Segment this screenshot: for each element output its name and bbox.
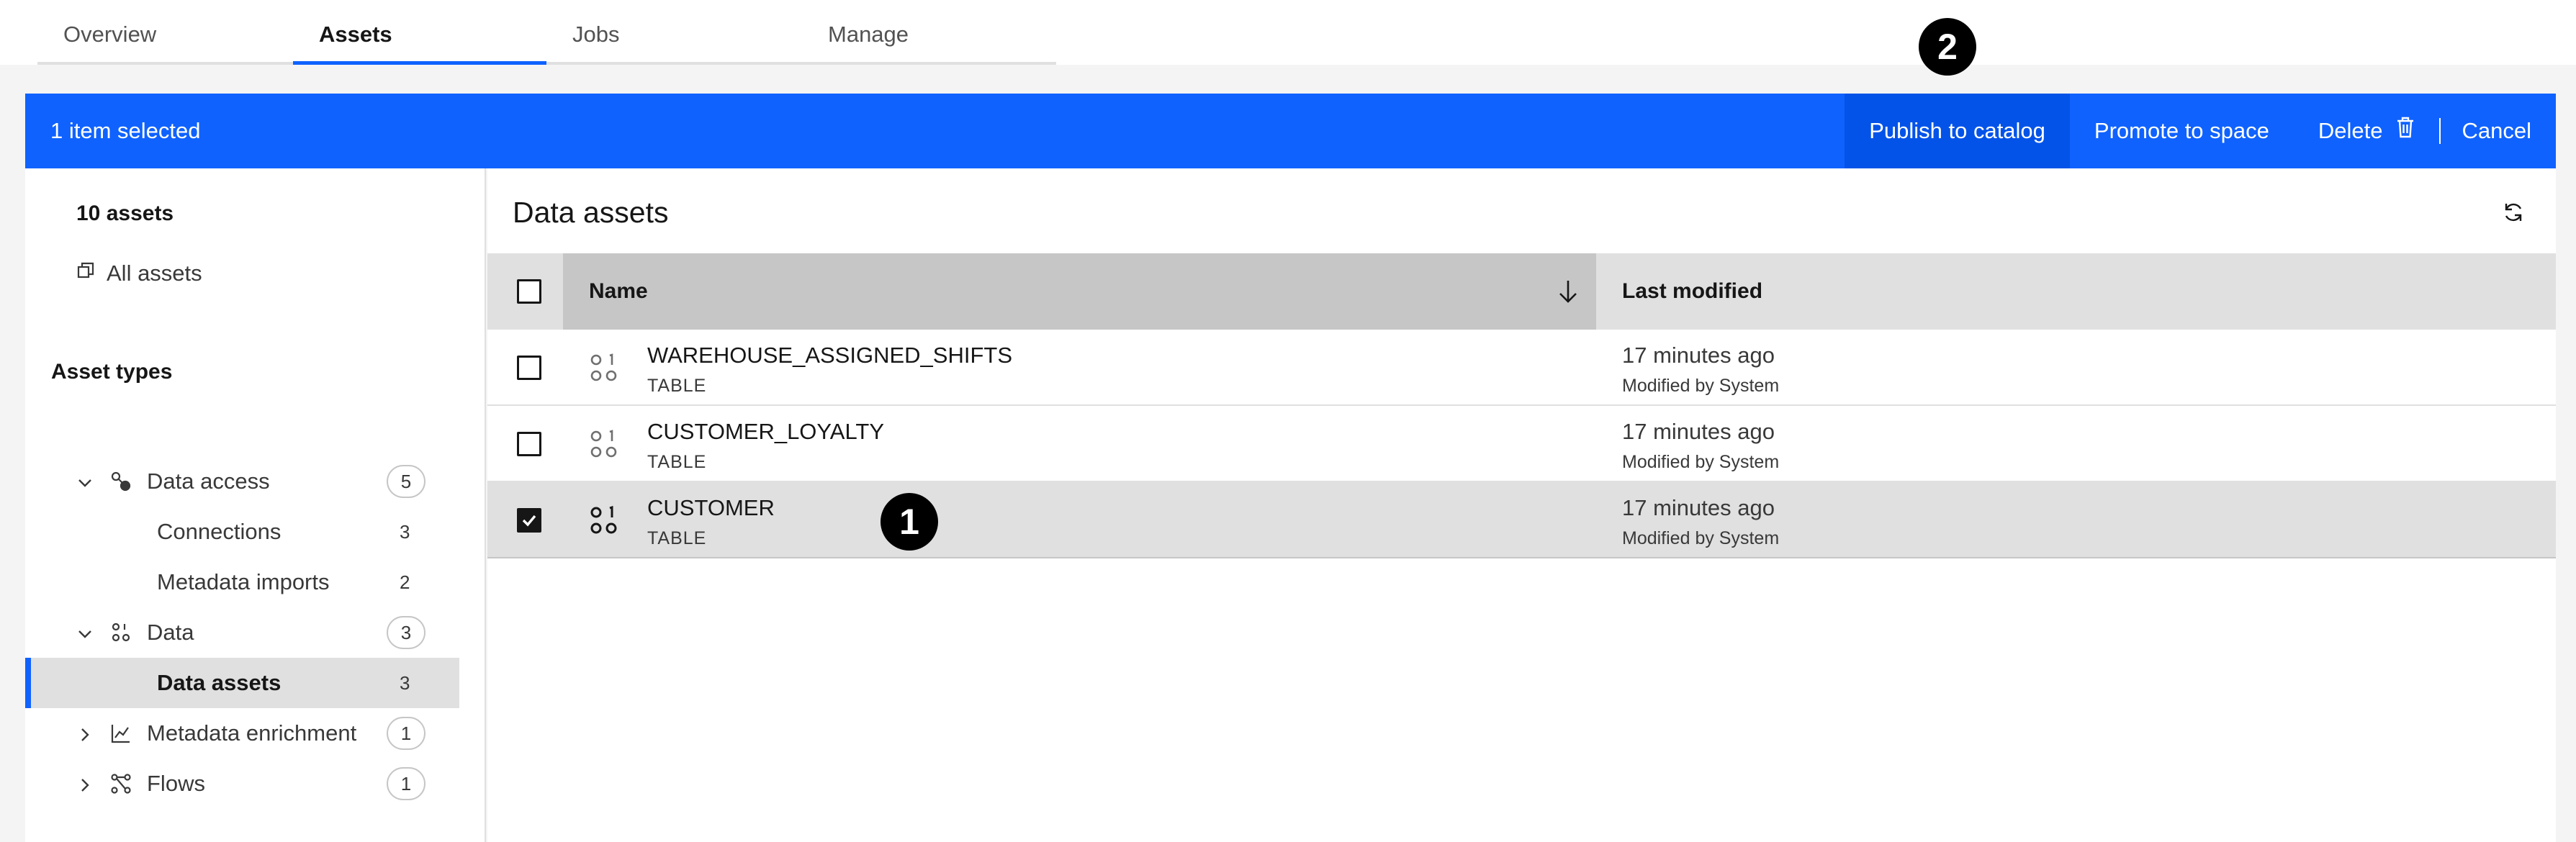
count-badge: 1	[387, 717, 425, 750]
count-badge: 5	[387, 465, 425, 498]
item-count: 3	[400, 521, 410, 543]
last-modified: 17 minutes ago	[1622, 495, 1775, 520]
selected-count: 1 item selected	[50, 118, 201, 143]
connection-icon	[110, 471, 132, 492]
promote-to-space-button[interactable]: Promote to space	[2070, 94, 2294, 168]
table-row[interactable]: WAREHOUSE_ASSIGNED_SHIFTS TABLE 17 minut…	[487, 330, 2556, 406]
tree-item-data[interactable]: Data 3	[25, 607, 459, 658]
tree-item-label: Data	[147, 620, 194, 645]
cancel-button[interactable]: Cancel	[2441, 94, 2557, 168]
last-modified: 17 minutes ago	[1622, 343, 1775, 368]
column-label: Name	[589, 279, 648, 303]
tree-item-connections[interactable]: Connections 3	[25, 507, 459, 557]
tree-item-label: Metadata imports	[157, 569, 330, 594]
refresh-icon[interactable]	[2501, 200, 2526, 225]
chevron-down-icon[interactable]	[76, 472, 94, 491]
asset-count: 10 assets	[76, 202, 174, 225]
row-checkbox[interactable]	[517, 432, 541, 456]
count-badge: 1	[387, 767, 425, 800]
modified-by: Modified by System	[1622, 528, 1780, 548]
tree-item-label: Data assets	[157, 670, 282, 695]
page-title: Data assets	[513, 196, 669, 229]
modified-by: Modified by System	[1622, 452, 1780, 472]
chevron-right-icon[interactable]	[76, 724, 94, 743]
tree-item-data-assets[interactable]: Data assets 3	[25, 658, 459, 708]
item-count: 2	[400, 571, 410, 593]
tree-item-metadata-imports[interactable]: Metadata imports 2	[25, 557, 459, 607]
batch-action-bar: 1 item selected Publish to catalog Promo…	[25, 94, 2556, 168]
tree-item-metadata-enrichment[interactable]: Metadata enrichment 1	[25, 708, 459, 759]
row-checkbox-checked[interactable]	[517, 508, 541, 533]
last-modified: 17 minutes ago	[1622, 419, 1775, 444]
chart-icon	[110, 723, 132, 744]
row-checkbox[interactable]	[517, 356, 541, 380]
select-all-checkbox[interactable]	[517, 279, 541, 304]
tab-jobs[interactable]: Jobs	[546, 0, 802, 65]
column-label: Last modified	[1622, 279, 1763, 303]
batch-actions: Publish to catalog Promote to space Dele…	[1845, 94, 2556, 168]
select-all-cell	[487, 253, 563, 330]
data-icon	[110, 622, 132, 643]
item-count: 3	[400, 672, 410, 694]
sort-arrow-down-icon[interactable]	[1556, 279, 1580, 304]
tree-item-label: Data access	[147, 468, 270, 494]
tree-item-data-access[interactable]: Data access 5	[25, 456, 459, 507]
asset-filter-panel: 10 assets All assets Asset types Data ac…	[25, 168, 486, 842]
table-asset-icon	[588, 505, 620, 537]
callout-marker-1: 1	[881, 493, 938, 551]
name-column-header[interactable]: Name	[563, 253, 1596, 330]
asset-type: TABLE	[647, 452, 707, 472]
data-assets-panel: Data assets Name Last modified WAREHOUSE…	[487, 168, 2556, 842]
table-row-selected[interactable]: CUSTOMER TABLE 17 minutes ago Modified b…	[487, 482, 2556, 558]
tab-manage[interactable]: Manage	[802, 0, 1056, 65]
delete-button[interactable]: Delete	[2294, 94, 2439, 168]
publish-to-catalog-button[interactable]: Publish to catalog	[1845, 94, 2070, 168]
table-row[interactable]: CUSTOMER_LOYALTY TABLE 17 minutes ago Mo…	[487, 406, 2556, 482]
asset-types-heading: Asset types	[51, 360, 173, 384]
asset-name[interactable]: CUSTOMER_LOYALTY	[647, 419, 884, 445]
all-assets-link[interactable]: All assets	[76, 261, 202, 286]
asset-type: TABLE	[647, 376, 707, 396]
callout-marker-2: 2	[1919, 18, 1976, 76]
delete-label: Delete	[2318, 118, 2383, 143]
tree-item-label: Flows	[147, 771, 205, 796]
asset-name[interactable]: CUSTOMER	[647, 495, 775, 521]
tree-item-label: Metadata enrichment	[147, 720, 357, 746]
asset-type: TABLE	[647, 528, 707, 548]
tab-bar: Overview Assets Jobs Manage	[0, 0, 2576, 65]
table-asset-icon	[588, 353, 620, 384]
all-assets-label: All assets	[107, 261, 202, 286]
tree-item-flows[interactable]: Flows 1	[25, 759, 459, 809]
all-assets-icon	[76, 261, 96, 286]
count-badge: 3	[387, 616, 425, 649]
tree-item-label: Connections	[157, 519, 282, 544]
tab-assets[interactable]: Assets	[293, 0, 546, 65]
modified-by: Modified by System	[1622, 376, 1780, 396]
flow-icon	[110, 773, 132, 795]
chevron-right-icon[interactable]	[76, 774, 94, 793]
chevron-down-icon[interactable]	[76, 623, 94, 642]
trash-icon	[2396, 94, 2415, 168]
tab-overview[interactable]: Overview	[37, 0, 293, 65]
table-header: Name Last modified	[487, 253, 2556, 330]
asset-name[interactable]: WAREHOUSE_ASSIGNED_SHIFTS	[647, 343, 1012, 368]
table-asset-icon	[588, 429, 620, 461]
